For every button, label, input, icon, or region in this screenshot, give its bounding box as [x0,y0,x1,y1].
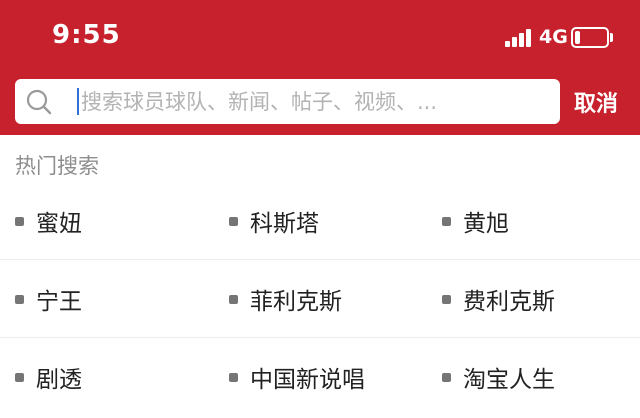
hot-search-item[interactable]: 科斯塔 [229,182,319,260]
bullet-icon [442,372,451,382]
network-type: 4G [539,26,568,48]
cancel-button[interactable]: 取消 [574,86,618,118]
hot-search-item[interactable]: 宁王 [15,260,82,338]
hot-search-row: 剧透 中国新说唱 淘宝人生 [0,338,640,416]
bullet-icon [442,294,451,304]
search-box[interactable] [15,79,560,124]
bullet-icon [229,372,238,382]
hot-search-item[interactable]: 黄旭 [442,182,509,260]
hot-search-row: 宁王 菲利克斯 费利克斯 [0,260,640,338]
battery-icon [571,27,609,48]
hot-search-label: 淘宝人生 [463,367,555,393]
battery-level [575,31,580,44]
search-icon [26,89,52,115]
hot-search-row: 蜜妞 科斯塔 黄旭 [0,182,640,260]
bullet-icon [15,372,24,382]
text-cursor [77,88,79,115]
hot-search-label: 蜜妞 [36,211,82,237]
hot-search-item[interactable]: 中国新说唱 [229,338,365,416]
search-header: 9:55 4G 取消 [0,0,640,135]
bullet-icon [229,294,238,304]
battery-tip [610,33,613,42]
hot-search-item[interactable]: 费利克斯 [442,260,555,338]
hot-search-label: 科斯塔 [250,211,319,237]
hot-search-label: 费利克斯 [463,289,555,315]
signal-icon [505,29,533,47]
bullet-icon [442,216,451,226]
hot-search-label: 宁王 [36,289,82,315]
bullet-icon [15,216,24,226]
hot-search-label: 黄旭 [463,211,509,237]
hot-search-item[interactable]: 剧透 [15,338,82,416]
hot-search-item[interactable]: 淘宝人生 [442,338,555,416]
hot-search-label: 中国新说唱 [250,367,365,393]
search-input[interactable] [81,79,551,124]
hot-search-grid: 蜜妞 科斯塔 黄旭 宁王 菲利克斯 费利克斯 剧透 中国新说唱 淘宝人生 [0,182,640,416]
bullet-icon [15,294,24,304]
status-bar: 9:55 4G [0,0,640,78]
hot-search-label: 菲利克斯 [250,289,342,315]
hot-search-title: 热门搜索 [15,154,99,178]
hot-search-label: 剧透 [36,367,82,393]
status-time: 9:55 [52,20,121,50]
bullet-icon [229,216,238,226]
hot-search-item[interactable]: 蜜妞 [15,182,82,260]
hot-search-item[interactable]: 菲利克斯 [229,260,342,338]
